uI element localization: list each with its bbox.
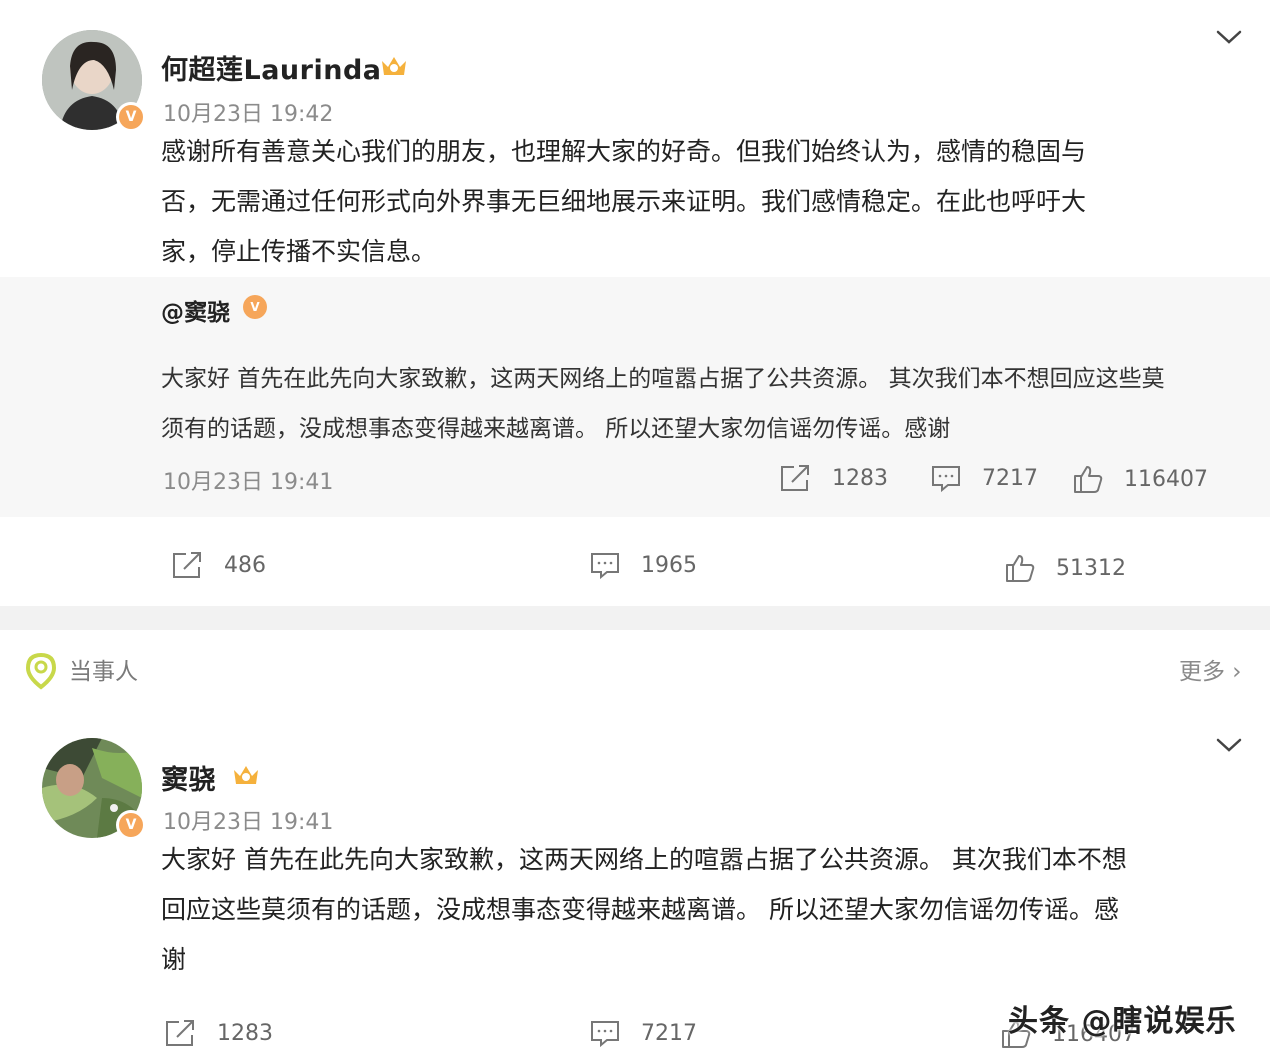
avatar[interactable]: V: [42, 30, 146, 132]
comment-count: 7217: [641, 1020, 697, 1046]
comment-icon: [591, 1021, 619, 1048]
crown-badge-icon: [382, 57, 406, 75]
share-icon: [166, 1020, 194, 1046]
repost-comment-button[interactable]: 7217: [930, 463, 1038, 493]
comment-count: 7217: [982, 465, 1038, 491]
more-link[interactable]: 更多 ›: [1179, 652, 1242, 686]
post-text-line: 大家好 首先在此先向大家致歉，这两天网络上的喧嚣占据了公共资源。 其次我们本不想: [161, 845, 1127, 874]
share-icon: [781, 465, 809, 491]
verified-badge-icon: V: [243, 295, 267, 319]
share-icon: [173, 552, 201, 578]
avatar[interactable]: V: [42, 738, 146, 840]
post-text-line: 谢: [161, 945, 187, 974]
post-text-line: 感谢所有善意关心我们的朋友，也理解大家的好奇。但我们始终认为，感情的稳固与: [161, 137, 1087, 166]
chevron-down-icon[interactable]: [1215, 28, 1243, 46]
section-label: 当事人: [69, 659, 138, 685]
post-card: V 何超莲Laurinda 10月23日 19:42 感谢所有善意关心我们的朋友…: [0, 0, 1270, 606]
post-text: 感谢所有善意关心我们的朋友，也理解大家的好奇。但我们始终认为，感情的稳固与 否，…: [161, 127, 1231, 277]
post-time: 10月23日 19:42: [163, 102, 334, 127]
post-text-line: 家，停止传播不实信息。: [161, 237, 437, 266]
post-text: 大家好 首先在此先向大家致歉，这两天网络上的喧嚣占据了公共资源。 其次我们本不想…: [161, 835, 1251, 985]
repost-text-line: 大家好 首先在此先向大家致歉，这两天网络上的喧嚣占据了公共资源。 其次我们本不想…: [161, 366, 1165, 392]
comment-icon: [591, 553, 619, 580]
thumbs-up-icon: [1006, 555, 1035, 582]
comment-count: 1965: [641, 552, 697, 578]
location-pin-icon: [25, 652, 57, 690]
author-name[interactable]: 窦骁: [161, 758, 216, 797]
verified-badge-icon: V: [116, 810, 146, 840]
watermark: 头条 @瞎说娱乐: [1008, 1004, 1237, 1039]
repost-text-line: 须有的话题，没成想事态变得越来越离谱。 所以还望大家勿信谣勿传谣。感谢: [161, 416, 951, 442]
post-text-line: 否，无需通过任何形式向外界事无巨细地展示来证明。我们感情稳定。在此也呼吁大: [161, 187, 1087, 216]
share-count: 1283: [832, 465, 888, 491]
reposted-card[interactable]: @窦骁 V 大家好 首先在此先向大家致歉，这两天网络上的喧嚣占据了公共资源。 其…: [0, 277, 1270, 517]
repost-text: 大家好 首先在此先向大家致歉，这两天网络上的喧嚣占据了公共资源。 其次我们本不想…: [161, 354, 1221, 454]
crown-badge-icon: [234, 766, 258, 784]
repost-time: 10月23日 19:41: [163, 470, 334, 495]
comment-button[interactable]: 1965: [589, 550, 697, 580]
like-count: 116407: [1124, 466, 1208, 492]
comment-icon: [932, 466, 960, 493]
thumbs-up-icon: [1074, 466, 1103, 493]
author-name[interactable]: 何超莲Laurinda: [161, 48, 382, 87]
comment-button[interactable]: 7217: [589, 1018, 697, 1048]
post-text-line: 回应这些莫须有的话题，没成想事态变得越来越离谱。 所以还望大家勿信谣勿传谣。感: [161, 895, 1119, 924]
share-count: 1283: [217, 1020, 273, 1046]
repost-like-button[interactable]: 116407: [1072, 463, 1208, 495]
section-divider: [0, 606, 1270, 630]
post-time: 10月23日 19:41: [163, 810, 334, 835]
share-count: 486: [224, 552, 266, 578]
repost-share-button[interactable]: 1283: [778, 463, 888, 493]
share-button[interactable]: 1283: [163, 1018, 273, 1048]
section-header: 当事人 更多 ›: [0, 630, 1270, 700]
share-button[interactable]: 486: [170, 550, 266, 580]
repost-author[interactable]: @窦骁: [161, 293, 230, 327]
chevron-down-icon[interactable]: [1215, 736, 1243, 754]
like-button[interactable]: 51312: [1004, 552, 1126, 584]
like-count: 51312: [1056, 555, 1126, 581]
verified-badge-icon: V: [116, 102, 146, 132]
